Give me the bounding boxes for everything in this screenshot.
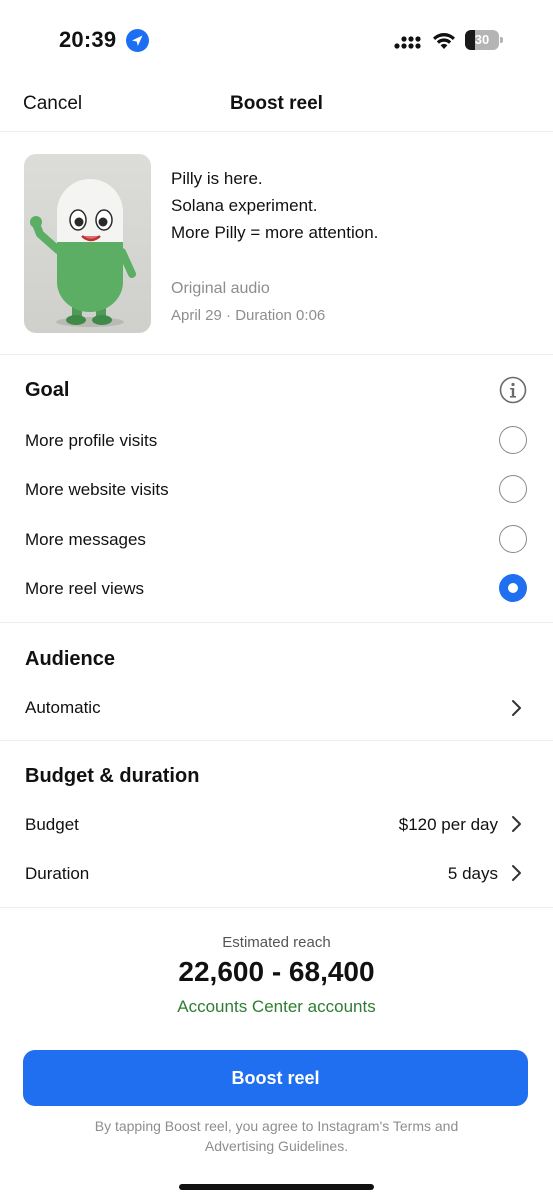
duration-label: Duration bbox=[25, 864, 90, 883]
budget-duration-title: Budget & duration bbox=[25, 765, 200, 787]
estimated-reach-value: 22,600 - 68,400 bbox=[178, 956, 375, 987]
goal-option-label: More website visits bbox=[25, 480, 169, 499]
status-bar: 20:39 30 bbox=[0, 0, 553, 78]
battery-percent: 30 bbox=[474, 32, 490, 47]
post-preview: Pilly is here. Solana experiment. More P… bbox=[0, 132, 553, 355]
battery-tip bbox=[500, 37, 503, 43]
duration-value: 5 days bbox=[447, 864, 498, 883]
legal-text: By tapping Boost reel, you agree to Inst… bbox=[94, 1118, 459, 1154]
chevron-right-icon bbox=[509, 864, 523, 882]
nav-header: Cancel Boost reel bbox=[0, 78, 553, 132]
post-meta: April 29 · Duration 0:06 bbox=[171, 307, 326, 324]
section-divider bbox=[0, 907, 553, 908]
wifi-icon bbox=[432, 31, 456, 50]
budget-value: $120 per day bbox=[398, 815, 498, 834]
info-icon[interactable] bbox=[499, 376, 527, 404]
cellular-signal-icon bbox=[394, 33, 422, 49]
boost-reel-button[interactable]: Boost reel bbox=[23, 1050, 528, 1106]
goal-radio-website-visits[interactable] bbox=[499, 475, 527, 503]
budget-label: Budget bbox=[25, 815, 79, 834]
home-indicator[interactable] bbox=[179, 1184, 374, 1190]
section-divider bbox=[0, 740, 553, 741]
battery-body: 30 bbox=[465, 30, 499, 50]
caption-line: Solana experiment. bbox=[171, 196, 318, 215]
goal-radio-reel-views[interactable] bbox=[499, 574, 527, 602]
caption-line: More Pilly = more attention. bbox=[171, 223, 379, 242]
estimated-reach-label: Estimated reach bbox=[222, 934, 331, 951]
battery-indicator: 30 bbox=[465, 30, 503, 50]
goal-title: Goal bbox=[25, 379, 70, 401]
status-time: 20:39 bbox=[59, 27, 117, 52]
goal-radio-messages[interactable] bbox=[499, 525, 527, 553]
caption-line: Pilly is here. bbox=[171, 169, 263, 188]
goal-option-label: More profile visits bbox=[25, 431, 158, 450]
post-caption: Pilly is here. Solana experiment. More P… bbox=[171, 165, 378, 246]
goal-option-label: More messages bbox=[25, 530, 146, 549]
page-title: Boost reel bbox=[230, 93, 323, 114]
chevron-right-icon bbox=[509, 699, 523, 717]
pill-character-thumbnail bbox=[24, 154, 151, 333]
audience-title: Audience bbox=[25, 648, 116, 670]
goal-radio-profile-visits[interactable] bbox=[499, 426, 527, 454]
accounts-center-note: Accounts Center accounts bbox=[177, 997, 376, 1016]
goal-option-label: More reel views bbox=[25, 579, 145, 598]
location-arrow-icon bbox=[126, 29, 149, 52]
audience-value: Automatic bbox=[25, 698, 101, 717]
chevron-right-icon bbox=[509, 815, 523, 833]
section-divider bbox=[0, 622, 553, 623]
audio-label: Original audio bbox=[171, 280, 270, 297]
